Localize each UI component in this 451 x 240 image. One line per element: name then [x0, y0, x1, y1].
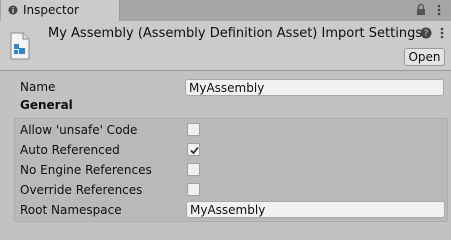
inspector-header: My Assembly (Assembly Definition Asset) … [0, 21, 451, 70]
settings-menu-icon[interactable] [437, 27, 447, 39]
tab-bar: Inspector [0, 0, 451, 21]
header-divider [0, 70, 451, 71]
svg-text:?: ? [424, 29, 429, 39]
page-title: My Assembly (Assembly Definition Asset) … [48, 26, 423, 41]
override-references-label: Override References [20, 183, 143, 197]
tab-inspector[interactable]: Inspector [1, 0, 120, 21]
allow-unsafe-code-label: Allow 'unsafe' Code [20, 123, 138, 137]
name-label: Name [20, 80, 56, 94]
info-icon [8, 5, 18, 15]
more-options-icon[interactable] [432, 3, 446, 17]
no-engine-references-label: No Engine References [20, 163, 152, 177]
allow-unsafe-code-checkbox[interactable] [187, 123, 200, 136]
root-namespace-field[interactable] [186, 201, 445, 218]
checkmark-icon [190, 146, 199, 155]
general-section-title: General [20, 98, 73, 112]
assembly-definition-icon [10, 32, 30, 60]
lock-icon[interactable] [414, 3, 428, 17]
open-button[interactable]: Open [404, 48, 445, 66]
tab-label: Inspector [23, 3, 79, 17]
root-namespace-label: Root Namespace [20, 203, 122, 217]
help-icon[interactable]: ? [420, 27, 432, 39]
no-engine-references-checkbox[interactable] [187, 163, 200, 176]
auto-referenced-label: Auto Referenced [20, 143, 120, 157]
override-references-checkbox[interactable] [187, 183, 200, 196]
name-field[interactable] [185, 79, 444, 96]
auto-referenced-checkbox[interactable] [187, 143, 200, 156]
